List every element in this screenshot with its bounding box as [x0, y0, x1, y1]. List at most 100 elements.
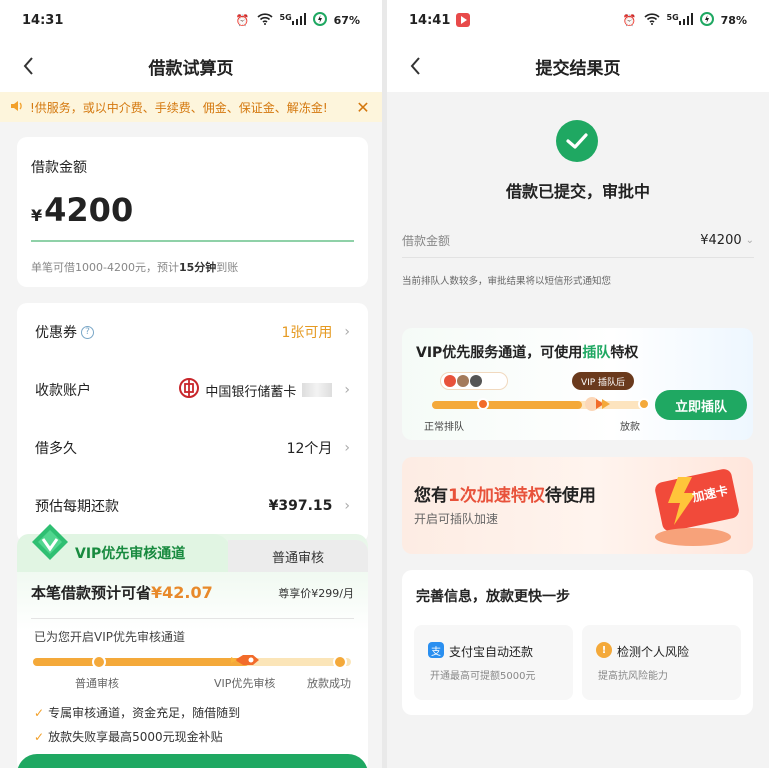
- vip-jump-badge: VIP 插队后: [572, 372, 634, 390]
- benefit-item: ✓ 专属审核通道，资金充足，随借随到: [34, 706, 241, 720]
- submit-button[interactable]: [17, 754, 368, 768]
- account-value: 中国银行储蓄卡: [205, 384, 297, 400]
- alipay-icon: 支: [428, 642, 444, 658]
- improve-title: 完善信息，放款更快一步: [416, 589, 570, 605]
- warning-icon: !: [596, 642, 612, 658]
- accelerate-sub: 开启可插队加速: [414, 512, 499, 526]
- back-button[interactable]: [405, 52, 429, 80]
- signal-icon: 5G: [667, 12, 693, 28]
- alipay-sub: 开通最高可提额5000元: [430, 671, 536, 682]
- step-label-vip: VIP优先审核: [214, 677, 276, 690]
- check-icon: ✓: [34, 730, 45, 744]
- term-label: 借多久: [35, 441, 77, 457]
- nav-bar: 借款试算页: [0, 40, 382, 92]
- battery-level: 67%: [333, 13, 360, 27]
- status-time: 14:41: [409, 12, 451, 28]
- avatar: [444, 375, 456, 387]
- loan-end-dot: [638, 398, 650, 410]
- loan-amount-label: 借款金额: [31, 160, 87, 176]
- term-row[interactable]: 借多久 12个月 ›: [17, 419, 368, 477]
- divider: [31, 618, 354, 619]
- coupon-label: 优惠券: [35, 325, 77, 341]
- loan-details-card: 优惠券 ? 1张可用 › 收款账户 中国银行储蓄卡 › 借多久 12个月 › 预估每…: [17, 303, 368, 543]
- back-button[interactable]: [18, 52, 42, 80]
- improve-info-card: 完善信息，放款更快一步 支 支付宝自动还款 开通最高可提额5000元 ! 检测个…: [402, 570, 753, 715]
- signal-icon: 5G: [280, 12, 306, 28]
- currency-symbol: ¥: [31, 206, 43, 225]
- queue-left-label: 正常排队: [424, 422, 464, 433]
- coupon-row[interactable]: 优惠券 ? 1张可用 ›: [17, 303, 368, 361]
- chevron-right-icon: ›: [344, 498, 350, 514]
- savings-text: 本笔借款预计可省¥42.07: [31, 583, 213, 602]
- amount-underline: [31, 240, 354, 242]
- check-icon: ✓: [34, 706, 45, 720]
- repayment-value: ¥397.15: [268, 498, 333, 514]
- battery-icon: [699, 11, 714, 29]
- nav-bar: 提交结果页: [387, 40, 769, 92]
- chevron-right-icon: ›: [344, 382, 350, 398]
- step-label-normal: 普通审核: [75, 677, 119, 690]
- term-value: 12个月: [286, 441, 333, 457]
- risk-check-item[interactable]: ! 检测个人风险 提高抗风险能力: [582, 625, 741, 700]
- vip-price: 尊享价¥299/月: [278, 587, 354, 600]
- account-row[interactable]: 收款账户 中国银行储蓄卡 ›: [17, 361, 368, 419]
- accelerate-title: 您有1次加速特权待使用: [414, 486, 596, 506]
- queue-progress-fill: [432, 401, 582, 409]
- risk-title: 检测个人风险: [617, 645, 690, 659]
- accelerate-card[interactable]: 您有1次加速特权待使用 开启可插队加速 加速卡: [402, 457, 753, 554]
- page-title: 提交结果页: [535, 58, 621, 79]
- close-icon[interactable]: ✕: [354, 98, 372, 117]
- chevron-right-icon: ›: [344, 324, 350, 340]
- avatar: [457, 375, 469, 387]
- account-label: 收款账户: [35, 383, 91, 399]
- vip-diamond-icon: [30, 522, 70, 562]
- notice-bar: !供服务，或以中介费、手续费、佣金、保证金、解冻金! ✕: [0, 92, 382, 122]
- step-dot-normal: [92, 655, 106, 669]
- vip-opened-text: 已为您开启VIP优先审核通道: [34, 630, 185, 644]
- risk-sub: 提高抗风险能力: [598, 671, 668, 682]
- alarm-icon: ⏰: [235, 13, 250, 27]
- help-icon[interactable]: ?: [81, 325, 94, 339]
- vip-queue-title: VIP优先服务通道，可使用插队特权: [416, 345, 639, 361]
- review-progress-fill: [33, 658, 249, 666]
- wifi-icon: [256, 12, 273, 28]
- queue-right-label: 放款: [620, 422, 640, 433]
- status-bar: 14:31 ⏰ 5G 67%: [0, 0, 382, 40]
- queue-avatars: [440, 372, 508, 390]
- tab-normal-review[interactable]: 普通审核: [228, 540, 368, 572]
- result-title: 借款已提交，审批中: [505, 182, 650, 201]
- page-title: 借款试算页: [148, 58, 234, 79]
- result-section: 借款已提交，审批中 借款金额 ¥4200 ⌄ 当前排队人数较多，审批结果将以短信…: [387, 92, 769, 302]
- fast-forward-icon: [582, 394, 614, 414]
- avatar: [470, 375, 482, 387]
- queue-position-dot: [477, 398, 489, 410]
- notice-text: !供服务，或以中介费、手续费、佣金、保证金、解冻金!: [30, 100, 328, 115]
- chevron-left-icon: [23, 57, 33, 75]
- loan-amount-input[interactable]: 4200: [44, 191, 133, 229]
- battery-icon: [312, 11, 327, 29]
- chevron-left-icon: [410, 57, 420, 75]
- amount-label: 借款金额: [402, 234, 451, 248]
- vip-queue-card: VIP优先服务通道，可使用插队特权 VIP 插队后 正常排队 放款 立即插队: [402, 328, 753, 440]
- step-dot-success: [333, 655, 347, 669]
- coupon-value: 1张可用: [281, 325, 333, 341]
- queue-note: 当前排队人数较多，审批结果将以短信形式通知您: [402, 276, 612, 287]
- accelerate-card-illustration: 加速卡: [638, 467, 748, 547]
- amount-value: ¥4200: [700, 233, 742, 248]
- status-time: 14:31: [22, 12, 64, 28]
- step-label-success: 放款成功: [307, 677, 351, 690]
- chevron-down-icon: ⌄: [745, 235, 754, 246]
- boc-logo-icon: [179, 378, 200, 402]
- speaker-icon: [10, 100, 24, 115]
- jump-queue-button[interactable]: 立即插队: [655, 390, 747, 420]
- battery-level: 78%: [720, 13, 747, 27]
- right-screen: 14:41 ⏰ 5G 78% 提交结果页 借款已提交，审批中 借款金额 ¥420…: [387, 0, 769, 768]
- loan-amount-card: 借款金额 ¥ 4200 单笔可借1000-4200元，预计15分钟到账: [17, 137, 368, 287]
- amount-row[interactable]: 借款金额 ¥4200 ⌄: [402, 224, 754, 258]
- alipay-autopay-item[interactable]: 支 支付宝自动还款 开通最高可提额5000元: [414, 625, 573, 700]
- alarm-icon: ⏰: [622, 13, 637, 27]
- vip-panel: VIP优先审核通道 普通审核 本笔借款预计可省¥42.07 尊享价¥299/月 …: [17, 534, 368, 768]
- loan-hint: 单笔可借1000-4200元，预计15分钟到账: [31, 261, 239, 274]
- masked-card-number: [302, 383, 333, 397]
- benefit-item: ✓ 放款失败享最高5000元现金补贴: [34, 730, 223, 744]
